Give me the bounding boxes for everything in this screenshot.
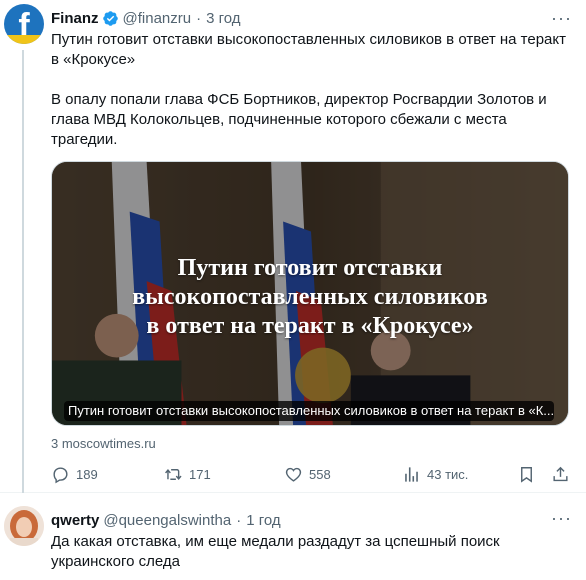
bookmark-button[interactable] <box>517 462 542 486</box>
author-name[interactable]: Finanz <box>51 10 99 27</box>
header-separator: · <box>196 9 202 27</box>
main-tweet[interactable]: f Finanz @finanzru · 3 год ··· Путин гот… <box>0 0 586 493</box>
retweet-icon <box>165 468 182 480</box>
card-domain[interactable]: 3 moscowtimes.ru <box>51 436 156 451</box>
like-button[interactable]: 558 <box>284 462 331 486</box>
views-count: 43 тис. <box>427 466 469 482</box>
share-icon <box>553 466 568 481</box>
avatar-logo-bar <box>4 35 44 44</box>
views-icon <box>405 466 418 482</box>
link-card[interactable]: Путин готовит отставки высокопоставленны… <box>51 161 569 426</box>
author-handle[interactable]: @finanzru <box>123 10 192 27</box>
reply-header-separator: · <box>236 511 242 529</box>
card-headline: Путин готовит отставки высокопоставленны… <box>52 254 568 341</box>
reply-count: 189 <box>76 466 98 482</box>
views-button[interactable]: 43 тис. <box>402 462 468 486</box>
card-headline-line-1: Путин готовит отставки <box>177 255 443 281</box>
tweet-time[interactable]: 3 год <box>206 10 240 27</box>
retweet-button[interactable]: 171 <box>164 462 211 486</box>
reply-more-options-icon[interactable]: ··· <box>551 508 572 529</box>
like-icon <box>285 467 302 482</box>
reply-text: Да какая отставка, им еще медали раздаду… <box>51 533 500 570</box>
verified-badge-icon <box>102 10 118 26</box>
thread-line <box>22 50 24 493</box>
qwerty-avatar[interactable] <box>4 506 44 546</box>
avatar-photo <box>4 506 44 546</box>
reply-header: qwerty @queengalswintha · 1 год <box>51 510 281 530</box>
reply-author-handle[interactable]: @queengalswintha <box>103 512 231 529</box>
reply-author-name[interactable]: qwerty <box>51 512 99 529</box>
reply-tweet[interactable]: qwerty @queengalswintha · 1 год ··· Да к… <box>0 494 586 580</box>
share-button[interactable] <box>551 462 576 486</box>
tweet-text: Путин готовит отставки высокопоставленны… <box>51 30 571 150</box>
finanz-avatar[interactable]: f <box>4 4 44 44</box>
reply-button[interactable]: 189 <box>51 462 98 486</box>
tweet-text-paragraph-1: Путин готовит отставки высокопоставленны… <box>51 31 567 68</box>
retweet-count: 171 <box>189 466 211 482</box>
tweet-text-paragraph-2: В опалу попали глава ФСБ Бортников, дире… <box>51 91 547 148</box>
card-headline-line-2: высокопоставленных силовиков <box>132 284 488 310</box>
tweet-actions: 189 171 558 43 тис. <box>51 462 571 486</box>
reply-time[interactable]: 1 год <box>246 512 280 529</box>
reply-icon <box>53 466 68 483</box>
like-count: 558 <box>309 466 331 482</box>
card-caption: Путин готовит отставки высокопоставленны… <box>64 401 554 421</box>
tweet-header: Finanz @finanzru · 3 год <box>51 8 241 28</box>
bookmark-icon <box>521 466 532 483</box>
card-headline-line-3: в ответ на теракт в «Крокусе» <box>146 313 474 339</box>
more-options-icon[interactable]: ··· <box>551 8 572 29</box>
